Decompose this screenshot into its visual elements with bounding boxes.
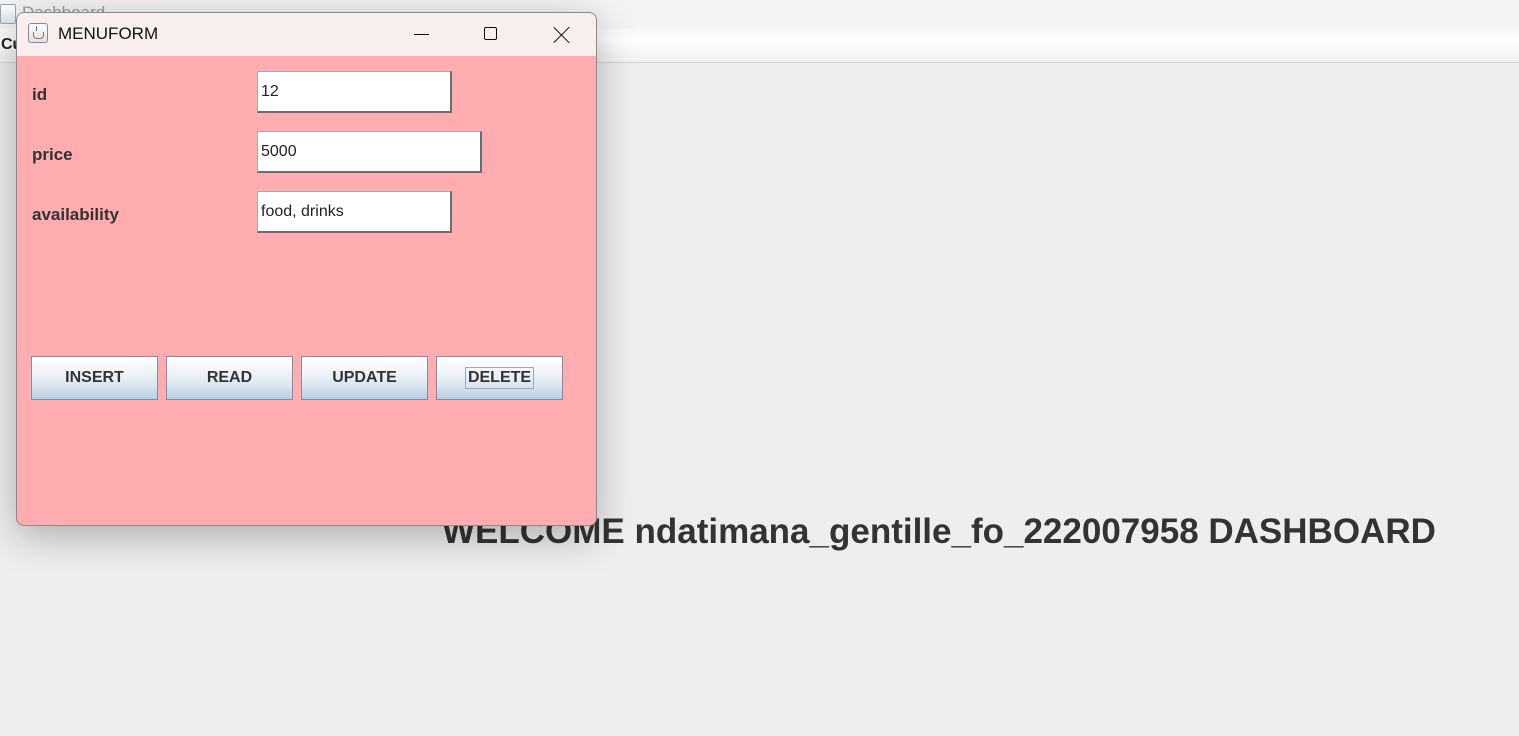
dialog-title: MENUFORM xyxy=(58,24,159,43)
price-field[interactable] xyxy=(257,131,482,173)
java-app-icon xyxy=(0,4,16,24)
maximize-button[interactable] xyxy=(456,13,526,56)
java-app-icon xyxy=(28,23,48,43)
close-icon xyxy=(553,26,571,44)
id-label: id xyxy=(32,85,48,104)
id-field[interactable] xyxy=(257,71,452,113)
read-button[interactable]: READ xyxy=(166,356,293,400)
maximize-icon xyxy=(484,27,497,40)
minimize-button[interactable] xyxy=(386,13,456,56)
dialog-titlebar[interactable]: MENUFORM xyxy=(17,13,596,56)
availability-field[interactable] xyxy=(257,191,452,233)
close-button[interactable] xyxy=(526,13,596,56)
delete-button-label: DELETE xyxy=(464,367,535,389)
minimize-icon xyxy=(414,34,429,35)
availability-label: availability xyxy=(32,205,119,224)
menuform-dialog: MENUFORM id price availability INSERT RE… xyxy=(16,12,597,526)
insert-button[interactable]: INSERT xyxy=(31,356,158,400)
price-label: price xyxy=(32,145,73,164)
update-button[interactable]: UPDATE xyxy=(301,356,428,400)
delete-button[interactable]: DELETE xyxy=(436,356,563,400)
